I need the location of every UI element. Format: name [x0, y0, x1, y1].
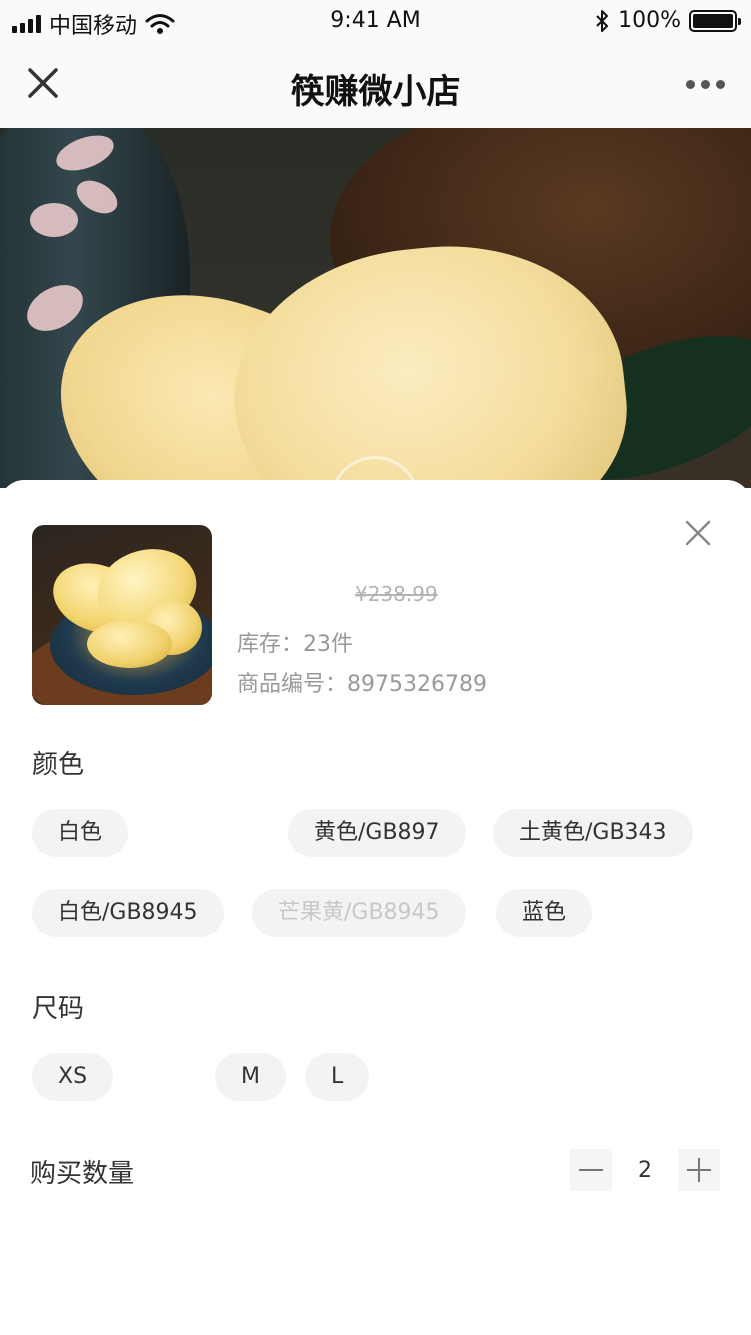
battery-icon: [689, 9, 741, 32]
color-option-mango-yellow-gb8945: 芒果黄/GB8945: [252, 889, 466, 937]
original-price: ¥238.99: [355, 582, 438, 606]
quantity-stepper: 2: [570, 1149, 720, 1191]
increase-quantity-button[interactable]: [678, 1149, 720, 1191]
size-section-title: 尺码: [32, 994, 85, 1024]
battery-percent: 100%: [618, 8, 681, 33]
quantity-value[interactable]: 2: [612, 1158, 678, 1183]
size-option-l[interactable]: L: [305, 1053, 370, 1101]
color-option-earth-yellow-gb343[interactable]: 土黄色/GB343: [493, 809, 693, 857]
status-bar: 中国移动 9:41 AM 100%: [0, 0, 751, 42]
more-dots-icon[interactable]: [686, 80, 725, 89]
page-title: 筷赚微小店: [290, 72, 461, 112]
color-section-title: 颜色: [32, 750, 85, 780]
minus-icon: [579, 1169, 603, 1171]
status-right: 100%: [594, 8, 741, 33]
quantity-label: 购买数量: [30, 1159, 135, 1189]
product-hero-image: [0, 128, 751, 488]
decrease-quantity-button[interactable]: [570, 1149, 612, 1191]
stock-count: 库存：23件: [237, 632, 353, 657]
color-option-blue[interactable]: 蓝色: [496, 889, 593, 937]
color-option-yellow-gb897[interactable]: 黄色/GB897: [288, 809, 466, 857]
size-option-xs[interactable]: XS: [32, 1053, 114, 1101]
size-option-m[interactable]: M: [215, 1053, 286, 1101]
nav-bar: 筷赚微小店: [0, 42, 751, 128]
bluetooth-icon: [596, 9, 609, 32]
sheet-close-icon[interactable]: [685, 520, 711, 546]
sku-bottom-sheet: ¥238.99 库存：23件 商品编号：8975326789 颜色 白色 黄色/…: [0, 480, 751, 1335]
product-thumbnail: [32, 525, 212, 705]
product-sku: 商品编号：8975326789: [237, 672, 487, 697]
color-option-white[interactable]: 白色: [32, 809, 129, 857]
color-option-white-gb8945[interactable]: 白色/GB8945: [32, 889, 224, 937]
